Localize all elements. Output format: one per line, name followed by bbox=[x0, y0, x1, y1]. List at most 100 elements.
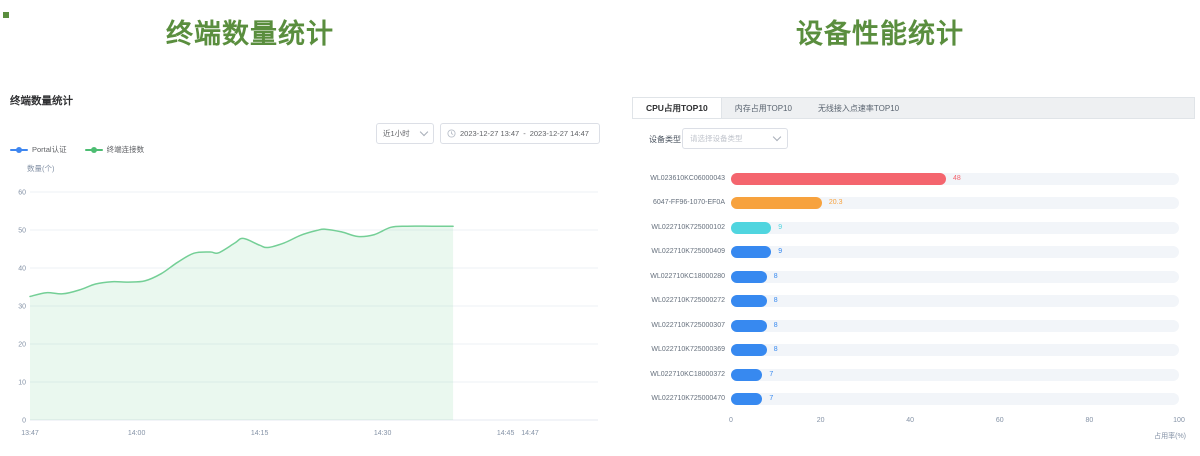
bar-category-label: WL022710K725000409 bbox=[630, 245, 725, 259]
bar-value-label: 9 bbox=[778, 245, 782, 259]
terminal-count-panel: 终端数量统计 终端数量统计 近1小时 2023-12-27 13:47 - 20… bbox=[0, 0, 600, 456]
bar-fill bbox=[731, 344, 767, 356]
bar-row-2: WL022710K725000102 9 bbox=[630, 221, 1200, 235]
legend-marker-icon bbox=[85, 146, 103, 154]
bar-value-label: 8 bbox=[774, 343, 778, 357]
device-type-select[interactable]: 请选择设备类型 bbox=[682, 128, 788, 149]
clock-icon bbox=[447, 129, 456, 138]
device-performance-panel: 设备性能统计 CPU占用TOP10内存占用TOP10无线接入点速率TOP10 设… bbox=[630, 0, 1200, 456]
x-tick-label: 14:15 bbox=[251, 430, 269, 437]
bar-value-label: 8 bbox=[774, 294, 778, 308]
bar-track bbox=[731, 344, 1179, 356]
chart-legend: Portal认证 终端连接数 bbox=[10, 144, 144, 155]
bar-row-5: WL022710K725000272 8 bbox=[630, 294, 1200, 308]
legend-item-0[interactable]: Portal认证 bbox=[10, 144, 67, 155]
bar-fill bbox=[731, 197, 822, 209]
bar-fill bbox=[731, 246, 771, 258]
bar-value-label: 7 bbox=[769, 368, 773, 382]
bar-track bbox=[731, 271, 1179, 283]
terminal-connections-area bbox=[30, 226, 453, 420]
y-tick-label: 0 bbox=[22, 418, 26, 425]
bar-fill bbox=[731, 320, 767, 332]
y-tick-label: 30 bbox=[18, 304, 26, 311]
bar-track bbox=[731, 393, 1179, 405]
bar-row-1: 6047-FF96-1070-EF0A 20.3 bbox=[630, 196, 1200, 210]
y-tick-label: 40 bbox=[18, 266, 26, 273]
x-axis-title: 占用率(%) bbox=[1154, 431, 1186, 441]
x-tick-label: 14:00 bbox=[128, 430, 146, 437]
bar-track bbox=[731, 320, 1179, 332]
terminal-count-panel-title: 终端数量统计 bbox=[10, 93, 73, 108]
bar-fill bbox=[731, 173, 946, 185]
y-axis-title: 数量(个) bbox=[27, 163, 55, 174]
device-performance-big-title: 设备性能统计 bbox=[630, 12, 1130, 51]
time-range-value: 近1小时 bbox=[383, 128, 410, 139]
bar-fill bbox=[731, 271, 767, 283]
x-tick-label: 14:30 bbox=[374, 430, 392, 437]
tab-1[interactable]: 内存占用TOP10 bbox=[722, 98, 805, 118]
bar-fill bbox=[731, 393, 762, 405]
y-tick-label: 20 bbox=[18, 342, 26, 349]
bar-value-label: 9 bbox=[778, 221, 782, 235]
date-range-start: 2023-12-27 13:47 bbox=[460, 129, 519, 138]
y-tick-label: 50 bbox=[18, 228, 26, 235]
bar-x-tick-label: 60 bbox=[990, 417, 1010, 424]
bar-x-tick-label: 0 bbox=[721, 417, 741, 424]
bar-x-tick-label: 80 bbox=[1079, 417, 1099, 424]
bar-value-label: 20.3 bbox=[829, 196, 843, 210]
terminal-count-big-title: 终端数量统计 bbox=[0, 12, 500, 51]
tab-0[interactable]: CPU占用TOP10 bbox=[633, 98, 722, 118]
bar-row-0: WL023610KC06000043 48 bbox=[630, 172, 1200, 186]
bar-category-label: WL022710K725000470 bbox=[630, 392, 725, 406]
terminal-count-line-chart: 0 10 20 30 40 50 60 13:47 14:00 14:15 14:30 14:45 14… bbox=[0, 178, 600, 450]
bar-category-label: WL022710K725000272 bbox=[630, 294, 725, 308]
bar-category-label: WL022710K725000102 bbox=[630, 221, 725, 235]
bar-value-label: 48 bbox=[953, 172, 961, 186]
bar-value-label: 7 bbox=[769, 392, 773, 406]
y-tick-label: 10 bbox=[18, 380, 26, 387]
bar-row-8: WL022710KC18000372 7 bbox=[630, 368, 1200, 382]
bar-row-4: WL022710KC18000280 8 bbox=[630, 270, 1200, 284]
bar-fill bbox=[731, 222, 771, 234]
legend-label: Portal认证 bbox=[32, 144, 67, 155]
bar-row-9: WL022710K725000470 7 bbox=[630, 392, 1200, 406]
device-type-placeholder: 请选择设备类型 bbox=[690, 133, 743, 144]
time-range-select[interactable]: 近1小时 bbox=[376, 123, 434, 144]
bar-category-label: WL023610KC06000043 bbox=[630, 172, 725, 186]
bar-row-6: WL022710K725000307 8 bbox=[630, 319, 1200, 333]
bar-row-3: WL022710K725000409 9 bbox=[630, 245, 1200, 259]
bar-category-label: WL022710K725000369 bbox=[630, 343, 725, 357]
legend-marker-icon bbox=[10, 146, 28, 154]
x-tick-label: 14:47 bbox=[521, 430, 539, 437]
bar-x-tick-label: 100 bbox=[1169, 417, 1189, 424]
bar-category-label: 6047-FF96-1070-EF0A bbox=[630, 196, 725, 210]
x-tick-label: 14:45 bbox=[497, 430, 515, 437]
date-range-end: 2023-12-27 14:47 bbox=[530, 129, 589, 138]
legend-label: 终端连接数 bbox=[107, 144, 145, 155]
x-tick-label: 13:47 bbox=[21, 430, 39, 437]
legend-item-1[interactable]: 终端连接数 bbox=[85, 144, 145, 155]
date-range-picker[interactable]: 2023-12-27 13:47 - 2023-12-27 14:47 bbox=[440, 123, 600, 144]
bar-fill bbox=[731, 295, 767, 307]
bar-track bbox=[731, 222, 1179, 234]
bar-category-label: WL022710K725000307 bbox=[630, 319, 725, 333]
bar-track bbox=[731, 295, 1179, 307]
performance-tabs: CPU占用TOP10内存占用TOP10无线接入点速率TOP10 bbox=[632, 97, 1195, 119]
bar-category-label: WL022710KC18000280 bbox=[630, 270, 725, 284]
chevron-down-icon bbox=[773, 133, 781, 141]
device-type-label: 设备类型 bbox=[649, 134, 681, 145]
bar-value-label: 8 bbox=[774, 270, 778, 284]
bar-x-tick-label: 20 bbox=[811, 417, 831, 424]
bar-value-label: 8 bbox=[774, 319, 778, 333]
bar-fill bbox=[731, 369, 762, 381]
bar-x-tick-label: 40 bbox=[900, 417, 920, 424]
tab-2[interactable]: 无线接入点速率TOP10 bbox=[805, 98, 912, 118]
date-range-separator: - bbox=[523, 129, 526, 138]
chevron-down-icon bbox=[420, 128, 428, 136]
y-tick-label: 60 bbox=[18, 190, 26, 197]
dashboard: 终端数量统计 终端数量统计 近1小时 2023-12-27 13:47 - 20… bbox=[0, 0, 1200, 456]
bar-track bbox=[731, 246, 1179, 258]
bar-category-label: WL022710KC18000372 bbox=[630, 368, 725, 382]
bar-row-7: WL022710K725000369 8 bbox=[630, 343, 1200, 357]
bar-track bbox=[731, 369, 1179, 381]
